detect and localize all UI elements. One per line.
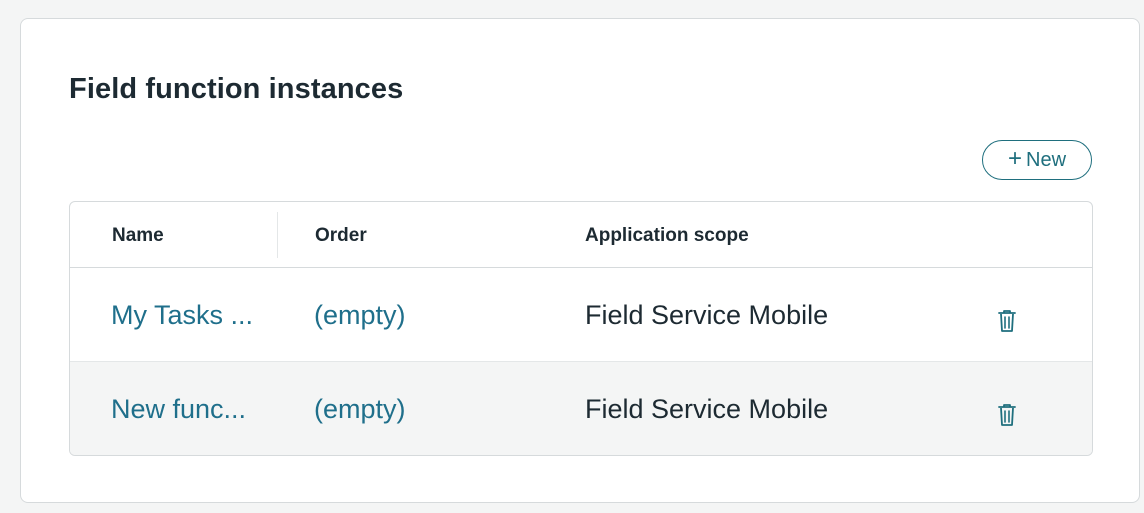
delete-row-button[interactable] [996,306,1022,336]
table-row: New func... (empty) Field Service Mobile [70,362,1092,455]
table-header-row: Name Order Application scope [70,202,1092,268]
new-button-label: New [1026,148,1067,171]
row-application-scope: Field Service Mobile [585,394,829,424]
row-order-link[interactable]: (empty) [314,300,406,331]
column-header-name[interactable]: Name [112,225,164,247]
row-name-link[interactable]: New func... [111,394,246,425]
row-name-link[interactable]: My Tasks ... [111,300,253,331]
column-header-application-scope[interactable]: Application scope [585,225,749,247]
column-header-order[interactable]: Order [315,225,367,247]
clipped-text-above [0,0,1144,6]
new-button[interactable]: + New [982,140,1092,180]
row-application-scope: Field Service Mobile [585,300,829,330]
delete-row-button[interactable] [996,400,1022,430]
trash-icon [998,310,1016,332]
plus-icon: + [1007,145,1022,172]
field-function-instances-card: Field function instances + New Name Orde… [20,18,1140,503]
field-function-table: Name Order Application scope My Tasks ..… [69,201,1093,456]
column-divider [277,212,278,258]
section-title: Field function instances [69,73,404,105]
table-row: My Tasks ... (empty) Field Service Mobil… [70,268,1092,362]
trash-icon [998,404,1016,426]
row-order-link[interactable]: (empty) [314,394,406,425]
